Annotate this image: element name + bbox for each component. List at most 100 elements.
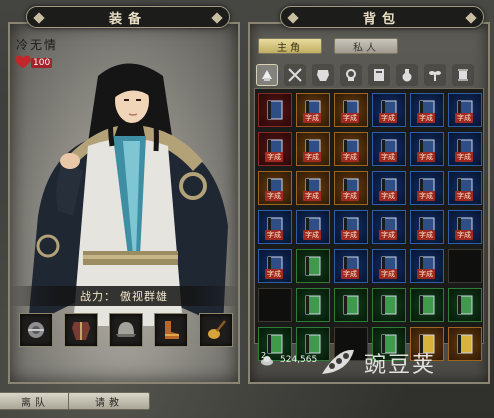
inventory-slot[interactable]: 字成 [334,249,368,283]
inventory-slot[interactable] [448,249,482,283]
item-grade-tag: 字成 [303,113,321,123]
power-label: 战力： [80,290,116,303]
inventory-slot[interactable]: 字成 [258,171,292,205]
inventory-slot[interactable]: 字成 [372,171,406,205]
inventory-slot[interactable]: 字成 [296,93,330,127]
inventory-panel: 主角 私人 字成 字成 字成 字成 字成 字成 字成 字成 字成 字成 字成 字成 字成 字成 字成 字成 字成… [248,22,490,384]
diamond-ornament-icon [465,12,477,24]
item-grade-tag: 字成 [455,152,473,162]
silver-amount: 524,565 [280,355,318,365]
category-book[interactable] [368,64,390,86]
inventory-slot[interactable]: 字成 [296,132,330,166]
item-grade-tag: 字成 [341,191,359,201]
diamond-ornament-icon [211,12,223,24]
pea-pod-logo-icon [322,349,354,374]
manual-book-icon [457,334,473,354]
category-all[interactable] [256,64,278,86]
category-scroll[interactable] [452,64,474,86]
item-grade-tag: 字成 [341,230,359,240]
item-grade-tag: 字成 [265,230,283,240]
item-grade-tag: 字成 [303,152,321,162]
inventory-slot[interactable]: 字成 [258,210,292,244]
inventory-slot[interactable]: 字成 [410,249,444,283]
inventory-slot[interactable]: 字成 [334,132,368,166]
item-grade-tag: 字成 [265,152,283,162]
equip-slot-gauntlet[interactable] [19,313,53,347]
inventory-slot[interactable]: 字成 [448,132,482,166]
inventory-slot[interactable]: 字成 [334,171,368,205]
inventory-slot[interactable] [258,93,292,127]
silver-ingot-icon [261,356,273,366]
equipment-panel: 冷无情 100 战力： 傲视群雄 [8,22,240,384]
item-grade-tag: 字成 [303,191,321,201]
green-manual-icon [267,334,283,354]
inventory-tabs: 主角 私人 [258,38,398,54]
armor-item-icon [267,100,283,120]
item-grade-tag: 字成 [379,152,397,162]
inventory-slot[interactable]: 字成 [410,93,444,127]
inventory-slot[interactable] [334,288,368,322]
inventory-slot[interactable] [258,288,292,322]
inventory-slot[interactable]: 字成 [334,210,368,244]
equip-slot-boots[interactable] [154,313,188,347]
inventory-slot[interactable]: 字成 [334,93,368,127]
equip-slot-helmet[interactable] [109,313,143,347]
item-grade-tag: 字成 [455,113,473,123]
tab-main-character[interactable]: 主角 [258,38,322,54]
accessory-icon [346,69,356,81]
inventory-slot[interactable]: 字成 [410,210,444,244]
item-grade-tag: 字成 [303,230,321,240]
watermark: 豌豆荚 [318,346,436,380]
inventory-slot[interactable] [448,288,482,322]
herb-icon [429,71,441,81]
category-accessory[interactable] [340,64,362,86]
armor-icon [72,322,90,340]
category-potion[interactable] [396,64,418,86]
inventory-slot[interactable] [372,288,406,322]
inventory-slot[interactable]: 字成 [296,171,330,205]
diamond-ornament-icon [287,12,299,24]
scroll-icon [458,69,468,81]
inventory-slot[interactable]: 字成 [448,210,482,244]
inventory-slot[interactable] [410,288,444,322]
equipment-slots [19,313,233,347]
item-grade-tag: 字成 [417,152,435,162]
green-manual-icon [305,295,321,315]
item-grade-tag: 字成 [379,191,397,201]
equip-slot-armor[interactable] [64,313,98,347]
boots-icon [165,321,179,339]
inventory-title-text: 背包 [362,11,401,27]
inventory-slot[interactable]: 字成 [448,171,482,205]
inventory-slot[interactable]: 字成 [372,132,406,166]
tab-private[interactable]: 私人 [334,38,398,54]
inventory-slot[interactable]: 字成 [410,171,444,205]
inventory-slot[interactable]: 字成 [410,132,444,166]
leave-team-button[interactable]: 离队 [0,392,76,410]
instrument-icon [208,320,226,339]
item-grade-tag: 字成 [379,269,397,279]
inventory-title: 背包 [280,6,484,28]
inventory-slot[interactable]: 字成 [372,210,406,244]
green-manual-icon [305,256,321,276]
inventory-slot[interactable] [296,288,330,322]
inventory-slot[interactable] [296,249,330,283]
green-manual-icon [381,295,397,315]
equipment-title-text: 装备 [108,11,147,27]
combat-power-bar: 战力： 傲视群雄 [10,286,238,306]
category-armor[interactable] [312,64,334,86]
inventory-slot[interactable]: 字成 [372,249,406,283]
power-value: 傲视群雄 [120,290,168,303]
equip-slot-instrument[interactable] [199,313,233,347]
gauntlet-icon [28,322,44,338]
inventory-slot[interactable]: 字成 [258,132,292,166]
inventory-slot[interactable]: 字成 [296,210,330,244]
ask-advice-button[interactable]: 请教 [68,392,150,410]
category-herb[interactable] [424,64,446,86]
category-weapon[interactable] [284,64,306,86]
inventory-slot[interactable]: 字成 [372,93,406,127]
inventory-slot[interactable] [448,327,482,361]
inventory-slot[interactable]: 字成 [448,93,482,127]
equipment-title: 装备 [26,6,230,28]
item-grade-tag: 字成 [341,113,359,123]
inventory-slot[interactable]: 字成 [258,249,292,283]
